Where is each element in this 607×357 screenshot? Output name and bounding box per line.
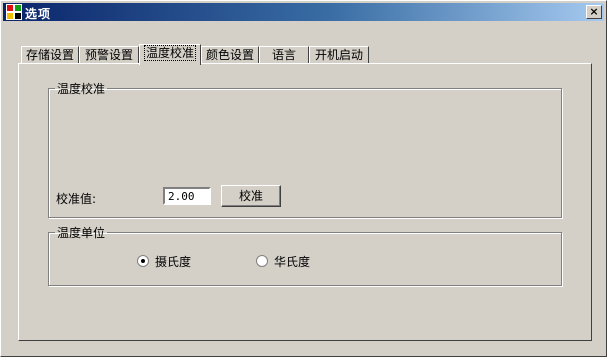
temperature-unit-group: 温度单位 摄氏度 华氏度 (48, 224, 562, 286)
tab-label: 预警设置 (84, 48, 133, 62)
tab-temperature-calibration[interactable]: 温度校准 (139, 44, 201, 65)
title-bar[interactable]: 选项 × (3, 3, 604, 21)
tab-storage[interactable]: 存储设置 (21, 46, 79, 64)
fahrenheit-label[interactable]: 华氏度 (274, 253, 310, 270)
tab-color[interactable]: 颜色设置 (201, 46, 259, 64)
tab-label: 语言 (271, 48, 296, 62)
celsius-radio[interactable] (137, 255, 149, 267)
tab-panel: 温度校准 校准值: 2.00 校准 温度单位 摄氏度 华氏度 (18, 63, 592, 341)
app-icon (6, 4, 22, 20)
tab-label: 开机启动 (314, 48, 363, 62)
celsius-label[interactable]: 摄氏度 (155, 253, 191, 270)
tab-label: 存储设置 (25, 48, 74, 62)
calibration-value-input[interactable]: 2.00 (163, 187, 211, 205)
calibration-group-title: 温度校准 (57, 82, 106, 96)
calibration-value-label: 校准值: (56, 192, 97, 206)
radio-selected-dot (141, 259, 145, 263)
options-dialog: 选项 × 存储设置 预警设置 温度校准 颜色设置 语言 开机启动 温度校准 校准… (0, 0, 607, 357)
tab-label: 颜色设置 (205, 48, 254, 62)
calibration-group: 温度校准 校准值: 2.00 校准 (48, 80, 562, 218)
calibrate-button[interactable]: 校准 (221, 185, 281, 207)
close-icon: × (589, 5, 599, 18)
tab-warning[interactable]: 预警设置 (79, 46, 139, 64)
close-button[interactable]: × (586, 5, 602, 19)
fahrenheit-radio[interactable] (256, 255, 268, 267)
window-title: 选项 (25, 7, 52, 21)
tab-language[interactable]: 语言 (259, 46, 309, 64)
temperature-unit-group-title: 温度单位 (57, 226, 106, 240)
tab-label: 温度校准 (143, 45, 196, 61)
tab-startup[interactable]: 开机启动 (309, 46, 369, 64)
